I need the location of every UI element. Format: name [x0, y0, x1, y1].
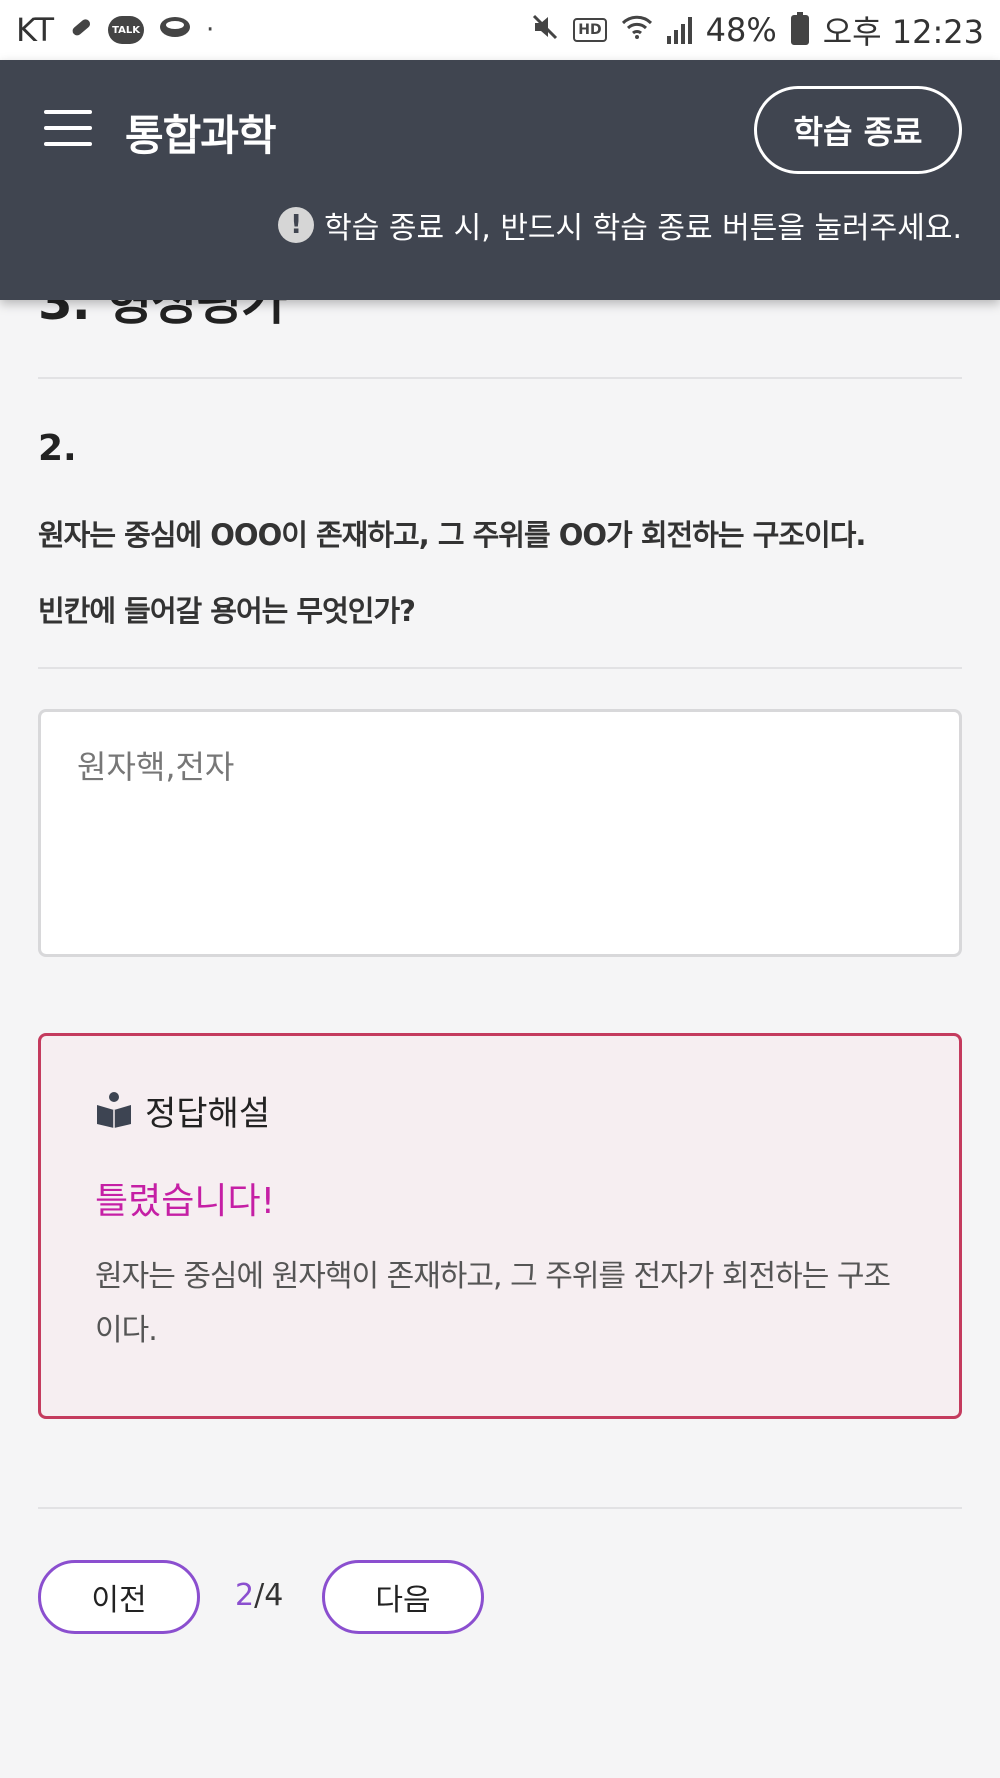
page-indicator: 2/4: [235, 1578, 283, 1613]
question-number: 2.: [38, 428, 77, 469]
total-pages: 4: [264, 1578, 284, 1613]
alert-icon: !: [278, 207, 315, 243]
chat-bubble-icon: [158, 14, 192, 47]
page-separator: /: [254, 1578, 265, 1613]
battery-percent: 48%: [705, 11, 777, 49]
notice-text: 학습 종료 시, 반드시 학습 종료 버튼을 눌러주세요.: [324, 211, 962, 246]
battery-icon: [790, 12, 809, 45]
answer-input[interactable]: 원자핵,전자: [38, 709, 962, 957]
book-reader-icon: [95, 1090, 133, 1132]
status-bar-left: KT TALK ·: [16, 11, 214, 49]
end-study-button[interactable]: 학습 종료: [754, 86, 962, 174]
question-text-line2: 빈칸에 들어갈 용어는 무엇인가?: [38, 594, 416, 628]
explanation-title: 정답해설: [145, 1094, 271, 1134]
result-label: 틀렸습니다!: [95, 1181, 276, 1222]
kakaotalk-icon: TALK: [108, 16, 145, 44]
current-page: 2: [235, 1578, 255, 1613]
question-text-line1: 원자는 중심에 OOO이 존재하고, 그 주위를 OO가 회전하는 구조이다.: [38, 518, 866, 552]
hd-icon: HD: [573, 18, 607, 42]
app-header: 통합과학 학습 종료 ! 학습 종료 시, 반드시 학습 종료 버튼을 눌러주세…: [0, 60, 1000, 300]
divider: [38, 1507, 962, 1509]
explanation-header: 정답해설: [95, 1086, 270, 1135]
carrier-label: KT: [16, 11, 55, 49]
mute-icon: [531, 13, 559, 48]
next-button[interactable]: 다음: [322, 1560, 484, 1634]
prev-button[interactable]: 이전: [38, 1560, 200, 1634]
explanation-text: 원자는 중심에 원자핵이 존재하고, 그 주위를 전자가 회전하는 구조이다.: [95, 1259, 891, 1348]
pill-icon: [68, 14, 94, 47]
status-bar-right: HD 48% 오후 12:23: [531, 7, 984, 53]
end-study-notice: ! 학습 종료 시, 반드시 학습 종료 버튼을 눌러주세요.: [278, 203, 962, 247]
divider: [38, 667, 962, 669]
divider: [38, 377, 962, 379]
app-title: 통합과학: [125, 111, 277, 160]
clock: 오후 12:23: [822, 13, 984, 51]
dot-icon: ·: [206, 15, 215, 45]
signal-icon: [666, 16, 692, 44]
status-bar: KT TALK · HD 48% 오후 12:23: [0, 0, 1000, 60]
hamburger-menu-icon[interactable]: [44, 110, 92, 146]
explanation-panel: 정답해설 틀렸습니다! 원자는 중심에 원자핵이 존재하고, 그 주위를 전자가…: [38, 1033, 962, 1419]
wifi-icon: [621, 14, 653, 47]
